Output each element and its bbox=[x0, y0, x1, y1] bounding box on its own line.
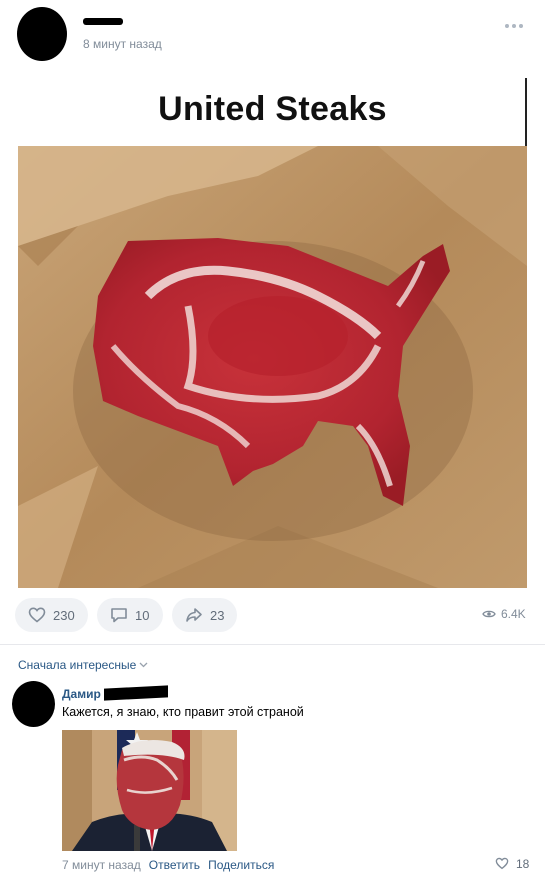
views-count: 6.4K bbox=[501, 607, 526, 621]
steak-illustration bbox=[18, 146, 527, 588]
comment-text: Кажется, я знаю, кто правит этой страной bbox=[62, 705, 304, 719]
comment-count: 10 bbox=[135, 607, 150, 623]
author-name-redacted[interactable] bbox=[83, 18, 123, 25]
sort-label: Сначала интересные bbox=[18, 658, 137, 672]
author-avatar[interactable] bbox=[17, 7, 67, 61]
meme-title: United Steaks bbox=[158, 90, 387, 128]
like-button[interactable]: 230 bbox=[15, 598, 88, 632]
more-dots-icon[interactable] bbox=[505, 20, 527, 32]
steak-photo bbox=[18, 146, 527, 588]
comment-share-button[interactable]: Поделиться bbox=[208, 858, 274, 872]
commenter-surname-redacted[interactable] bbox=[104, 685, 168, 701]
comment-time[interactable]: 7 минут назад bbox=[62, 858, 141, 872]
share-count: 23 bbox=[210, 607, 225, 623]
reply-button[interactable]: Ответить bbox=[149, 858, 200, 872]
like-count: 230 bbox=[53, 607, 75, 623]
comment-icon bbox=[111, 608, 127, 623]
comment-image[interactable] bbox=[62, 730, 237, 851]
meme-title-area: United Steaks bbox=[18, 78, 527, 146]
chevron-down-icon bbox=[139, 662, 148, 668]
comment-like-button[interactable]: 18 bbox=[494, 856, 529, 871]
eye-icon bbox=[482, 610, 496, 618]
share-arrow-icon bbox=[186, 608, 202, 622]
post-actions: 230 10 23 6.4K bbox=[0, 598, 545, 634]
commenter-avatar[interactable] bbox=[12, 681, 55, 727]
commenter-name[interactable]: Дамир bbox=[62, 687, 101, 701]
post-header: 8 минут назад bbox=[0, 0, 545, 70]
share-button[interactable]: 23 bbox=[172, 598, 237, 632]
heart-icon bbox=[28, 607, 46, 623]
post-image[interactable]: United Steaks bbox=[18, 78, 527, 588]
comments-sort-dropdown[interactable]: Сначала интересные bbox=[18, 658, 148, 672]
comment-button[interactable]: 10 bbox=[97, 598, 163, 632]
comment-item: Дамир Кажется, я знаю, кто правит этой с… bbox=[0, 680, 545, 880]
divider bbox=[0, 644, 545, 645]
views-counter: 6.4K bbox=[482, 607, 526, 621]
post-time[interactable]: 8 минут назад bbox=[83, 37, 162, 51]
heart-icon bbox=[495, 857, 509, 870]
comment-like-count: 18 bbox=[516, 856, 530, 871]
comment-meta: 7 минут назад Ответить Поделиться bbox=[62, 858, 274, 872]
comment-photo-illustration bbox=[62, 730, 237, 851]
